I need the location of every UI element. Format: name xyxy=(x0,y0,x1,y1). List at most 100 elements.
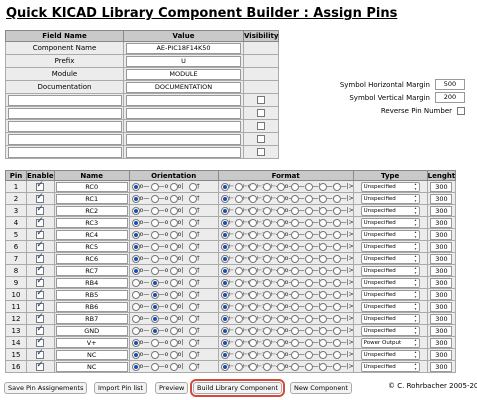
orientation-radio[interactable] xyxy=(150,182,159,191)
orientation-radio[interactable] xyxy=(131,314,140,323)
format-radio[interactable] xyxy=(332,302,341,311)
enable-checkbox[interactable] xyxy=(36,276,45,287)
preview-button[interactable]: Preview xyxy=(155,382,189,394)
format-radio[interactable] xyxy=(290,254,299,263)
pin-length-input[interactable]: 300 xyxy=(430,241,453,252)
format-radio[interactable] xyxy=(304,194,313,203)
orientation-radio[interactable] xyxy=(169,338,178,347)
orientation-radio[interactable] xyxy=(150,290,159,299)
format-radio[interactable] xyxy=(332,206,341,215)
format-radio[interactable] xyxy=(234,350,243,359)
orientation-radio[interactable] xyxy=(150,218,159,227)
format-radio[interactable] xyxy=(318,302,327,311)
orientation-radio[interactable] xyxy=(131,290,140,299)
orientation-radio[interactable] xyxy=(150,338,159,347)
format-radio[interactable] xyxy=(234,278,243,287)
format-radio[interactable] xyxy=(318,338,327,347)
orientation-radio[interactable] xyxy=(169,350,178,359)
custom-field-value-input[interactable] xyxy=(126,107,241,119)
reverse-pin-checkbox[interactable] xyxy=(457,106,465,115)
format-radio[interactable] xyxy=(318,362,327,371)
visibility-checkbox[interactable] xyxy=(257,122,266,130)
enable-checkbox[interactable] xyxy=(36,324,45,335)
vertical-margin-input[interactable]: 200 xyxy=(435,92,465,103)
format-radio[interactable] xyxy=(248,206,257,215)
orientation-radio[interactable] xyxy=(131,326,140,335)
pin-name-input[interactable]: RB7 xyxy=(55,313,128,324)
format-radio[interactable] xyxy=(332,230,341,239)
format-radio[interactable] xyxy=(220,338,229,347)
orientation-radio[interactable] xyxy=(169,182,178,191)
format-radio[interactable] xyxy=(220,206,229,215)
format-radio[interactable] xyxy=(262,242,271,251)
orientation-radio[interactable] xyxy=(188,326,197,335)
orientation-radio[interactable] xyxy=(131,218,140,227)
format-radio[interactable] xyxy=(262,254,271,263)
orientation-radio[interactable] xyxy=(131,278,140,287)
format-radio[interactable] xyxy=(332,266,341,275)
save-pin-assignments-button[interactable]: Save Pin Assignements xyxy=(4,382,88,394)
custom-field-name-input[interactable] xyxy=(7,120,122,132)
format-radio[interactable] xyxy=(276,278,285,287)
format-radio[interactable] xyxy=(332,254,341,263)
orientation-radio[interactable] xyxy=(188,302,197,311)
pin-name-input[interactable]: RB5 xyxy=(55,289,128,300)
format-radio[interactable] xyxy=(332,242,341,251)
format-radio[interactable] xyxy=(220,314,229,323)
pin-type-select[interactable]: Unspecified xyxy=(360,253,420,264)
format-radio[interactable] xyxy=(248,254,257,263)
orientation-radio[interactable] xyxy=(131,266,140,275)
format-radio[interactable] xyxy=(234,206,243,215)
pin-name-input[interactable]: RB4 xyxy=(55,277,128,288)
format-radio[interactable] xyxy=(248,182,257,191)
format-radio[interactable] xyxy=(332,338,341,347)
field-value-input[interactable]: AE-PIC18F14K50 xyxy=(126,42,241,54)
format-radio[interactable] xyxy=(318,254,327,263)
orientation-radio[interactable] xyxy=(169,266,178,275)
pin-type-select[interactable]: Unspecified xyxy=(360,181,420,192)
visibility-checkbox[interactable] xyxy=(257,109,266,117)
format-radio[interactable] xyxy=(220,302,229,311)
orientation-radio[interactable] xyxy=(188,338,197,347)
pin-name-input[interactable]: RC7 xyxy=(55,265,128,276)
enable-checkbox[interactable] xyxy=(36,300,45,311)
format-radio[interactable] xyxy=(290,314,299,323)
pin-type-select[interactable]: Unspecified xyxy=(360,241,420,252)
format-radio[interactable] xyxy=(262,230,271,239)
orientation-radio[interactable] xyxy=(169,278,178,287)
custom-field-value-input[interactable] xyxy=(126,133,241,145)
orientation-radio[interactable] xyxy=(131,206,140,215)
enable-checkbox[interactable] xyxy=(36,240,45,251)
format-radio[interactable] xyxy=(262,350,271,359)
format-radio[interactable] xyxy=(220,218,229,227)
format-radio[interactable] xyxy=(220,242,229,251)
pin-type-select[interactable]: Unspecified xyxy=(360,217,420,228)
orientation-radio[interactable] xyxy=(188,206,197,215)
format-radio[interactable] xyxy=(304,338,313,347)
format-radio[interactable] xyxy=(262,218,271,227)
format-radio[interactable] xyxy=(332,362,341,371)
format-radio[interactable] xyxy=(234,326,243,335)
pin-name-input[interactable]: RC3 xyxy=(55,217,128,228)
format-radio[interactable] xyxy=(290,350,299,359)
format-radio[interactable] xyxy=(276,338,285,347)
format-radio[interactable] xyxy=(290,266,299,275)
custom-field-name-input[interactable] xyxy=(7,94,122,106)
format-radio[interactable] xyxy=(304,290,313,299)
custom-field-value-input[interactable] xyxy=(126,94,241,106)
pin-type-select[interactable]: Unspecified xyxy=(360,313,420,324)
orientation-radio[interactable] xyxy=(169,254,178,263)
pin-type-select[interactable]: Unspecified xyxy=(360,277,420,288)
orientation-radio[interactable] xyxy=(150,206,159,215)
format-radio[interactable] xyxy=(234,230,243,239)
format-radio[interactable] xyxy=(304,326,313,335)
format-radio[interactable] xyxy=(262,194,271,203)
format-radio[interactable] xyxy=(332,350,341,359)
format-radio[interactable] xyxy=(318,266,327,275)
pin-length-input[interactable]: 300 xyxy=(430,313,453,324)
format-radio[interactable] xyxy=(276,314,285,323)
visibility-checkbox[interactable] xyxy=(257,148,266,156)
orientation-radio[interactable] xyxy=(188,218,197,227)
orientation-radio[interactable] xyxy=(188,278,197,287)
format-radio[interactable] xyxy=(290,278,299,287)
